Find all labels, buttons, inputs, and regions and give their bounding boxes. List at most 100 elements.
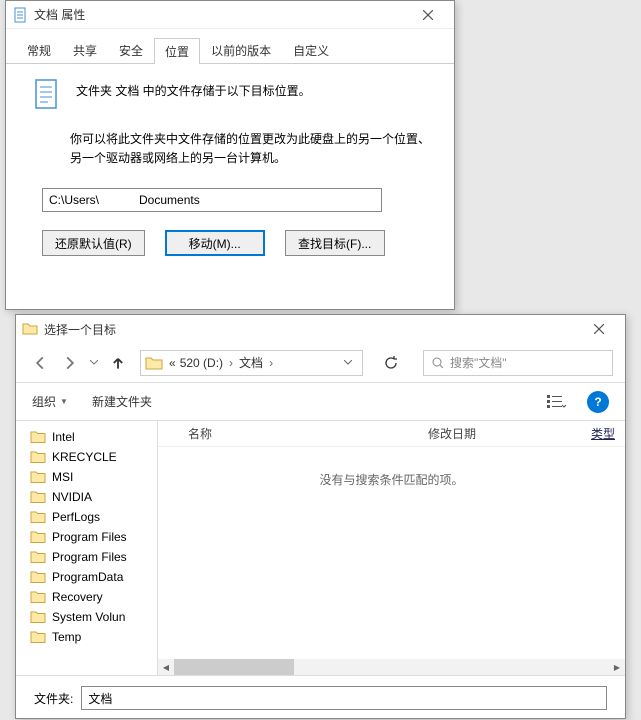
path-input[interactable] — [42, 188, 382, 212]
tree-item-label: Recovery — [52, 590, 103, 604]
folder-name-input[interactable] — [81, 686, 607, 710]
scrollbar-thumb[interactable] — [174, 659, 294, 675]
properties-dialog: 文档 属性 常规 共享 安全 位置 以前的版本 自定义 文件夹 文档 中的文件存… — [5, 0, 455, 310]
breadcrumb-folder[interactable]: 文档 — [239, 354, 263, 371]
browse-title: 选择一个目标 — [44, 321, 579, 338]
browse-body: Intel KRECYCLE MSI NVIDIA PerfLogs Program Fi… — [16, 421, 625, 675]
header-text: 文件夹 文档 中的文件存储于以下目标位置。 — [76, 78, 311, 105]
tree-item-label: PerfLogs — [52, 510, 100, 524]
tree-item-label: Program Files — [52, 550, 127, 564]
tab-previous[interactable]: 以前的版本 — [200, 37, 282, 63]
column-name[interactable]: 名称 — [188, 425, 428, 442]
close-icon — [594, 324, 604, 334]
folder-icon — [145, 355, 163, 371]
browse-titlebar: 选择一个目标 — [16, 315, 625, 343]
tree-item-label: Program Files — [52, 530, 127, 544]
search-icon — [432, 357, 444, 369]
breadcrumb-drive[interactable]: 520 (D:) — [180, 356, 223, 370]
folder-icon — [30, 470, 46, 484]
horizontal-scrollbar[interactable]: ◀ ▶ — [158, 659, 625, 675]
tree-item[interactable]: System Volun — [16, 607, 157, 627]
file-list-pane: 名称 修改日期 类型 没有与搜索条件匹配的项。 ◀ ▶ — [158, 421, 625, 675]
folder-label: 文件夹: — [34, 690, 73, 707]
column-type[interactable]: 类型 — [522, 425, 626, 442]
view-button[interactable] — [539, 390, 575, 414]
folder-icon — [30, 570, 46, 584]
scroll-left-icon[interactable]: ◀ — [158, 659, 174, 675]
folder-icon — [22, 321, 38, 337]
tab-sharing[interactable]: 共享 — [62, 37, 108, 63]
tab-security[interactable]: 安全 — [108, 37, 154, 63]
close-icon — [423, 10, 433, 20]
arrow-right-icon — [63, 356, 77, 370]
info-text: 你可以将此文件夹中文件存储的位置更改为此硬盘上的另一个位置、另一个驱动器或网络上… — [70, 130, 430, 168]
tab-strip: 常规 共享 安全 位置 以前的版本 自定义 — [6, 33, 454, 64]
breadcrumb-prefix: « — [169, 356, 176, 370]
move-button[interactable]: 移动(M)... — [165, 230, 265, 256]
restore-default-button[interactable]: 还原默认值(R) — [42, 230, 145, 256]
column-date[interactable]: 修改日期 — [428, 425, 522, 442]
toolbar: 组织▼ 新建文件夹 ? — [16, 383, 625, 421]
tree-item[interactable]: ProgramData — [16, 567, 157, 587]
tree-item[interactable]: Recovery — [16, 587, 157, 607]
browse-close-button[interactable] — [579, 317, 619, 341]
help-button[interactable]: ? — [587, 391, 609, 413]
chevron-down-icon — [344, 360, 352, 365]
folder-icon — [30, 510, 46, 524]
folder-icon — [30, 630, 46, 644]
list-view-icon — [547, 395, 567, 409]
search-input[interactable]: 搜索"文档" — [423, 350, 613, 376]
titlebar: 文档 属性 — [6, 1, 454, 29]
tab-content: 文件夹 文档 中的文件存储于以下目标位置。 你可以将此文件夹中文件存储的位置更改… — [6, 64, 454, 270]
folder-icon — [30, 590, 46, 604]
tab-custom[interactable]: 自定义 — [282, 37, 340, 63]
column-headers: 名称 修改日期 类型 — [158, 421, 625, 447]
new-folder-button[interactable]: 新建文件夹 — [92, 393, 152, 410]
up-button[interactable] — [106, 351, 130, 375]
tree-item-label: Temp — [52, 630, 81, 644]
history-dropdown[interactable] — [88, 351, 100, 375]
back-button[interactable] — [28, 351, 52, 375]
organize-button[interactable]: 组织▼ — [32, 393, 68, 410]
arrow-left-icon — [33, 356, 47, 370]
chevron-right-icon: › — [269, 356, 273, 370]
folder-icon — [30, 550, 46, 564]
find-target-button[interactable]: 查找目标(F)... — [285, 230, 385, 256]
footer-row: 文件夹: — [16, 675, 625, 720]
chevron-down-icon — [90, 360, 98, 365]
folder-icon — [30, 450, 46, 464]
tab-general[interactable]: 常规 — [16, 37, 62, 63]
tree-item[interactable]: PerfLogs — [16, 507, 157, 527]
address-bar[interactable]: « 520 (D:) › 文档 › — [140, 350, 363, 376]
tree-item[interactable]: Temp — [16, 627, 157, 647]
tree-item-label: NVIDIA — [52, 490, 92, 504]
chevron-down-icon: ▼ — [60, 397, 68, 406]
tab-location[interactable]: 位置 — [154, 38, 200, 64]
tree-item[interactable]: Intel — [16, 427, 157, 447]
tree-item-label: ProgramData — [52, 570, 123, 584]
browse-dialog: 选择一个目标 « 520 (D:) › 文档 › 搜索"文档" 组织▼ 新建文件… — [15, 314, 626, 719]
chevron-right-icon: › — [229, 356, 233, 370]
tree-item-label: Intel — [52, 430, 75, 444]
refresh-icon — [384, 356, 398, 370]
nav-row: « 520 (D:) › 文档 › 搜索"文档" — [16, 343, 625, 383]
document-icon — [12, 7, 28, 23]
close-button[interactable] — [408, 3, 448, 27]
tree-item[interactable]: Program Files — [16, 547, 157, 567]
folder-icon — [30, 610, 46, 624]
empty-message: 没有与搜索条件匹配的项。 — [158, 447, 625, 512]
forward-button[interactable] — [58, 351, 82, 375]
tree-item[interactable]: NVIDIA — [16, 487, 157, 507]
folder-icon — [30, 490, 46, 504]
tree-item-label: System Volun — [52, 610, 125, 624]
refresh-button[interactable] — [377, 350, 405, 376]
document-large-icon — [30, 78, 62, 110]
folder-tree: Intel KRECYCLE MSI NVIDIA PerfLogs Program Fi… — [16, 421, 158, 675]
address-dropdown[interactable] — [338, 360, 358, 365]
tree-item-label: MSI — [52, 470, 73, 484]
tree-item[interactable]: MSI — [16, 467, 157, 487]
scroll-right-icon[interactable]: ▶ — [609, 659, 625, 675]
tree-item[interactable]: Program Files — [16, 527, 157, 547]
tree-item-label: KRECYCLE — [52, 450, 117, 464]
tree-item[interactable]: KRECYCLE — [16, 447, 157, 467]
